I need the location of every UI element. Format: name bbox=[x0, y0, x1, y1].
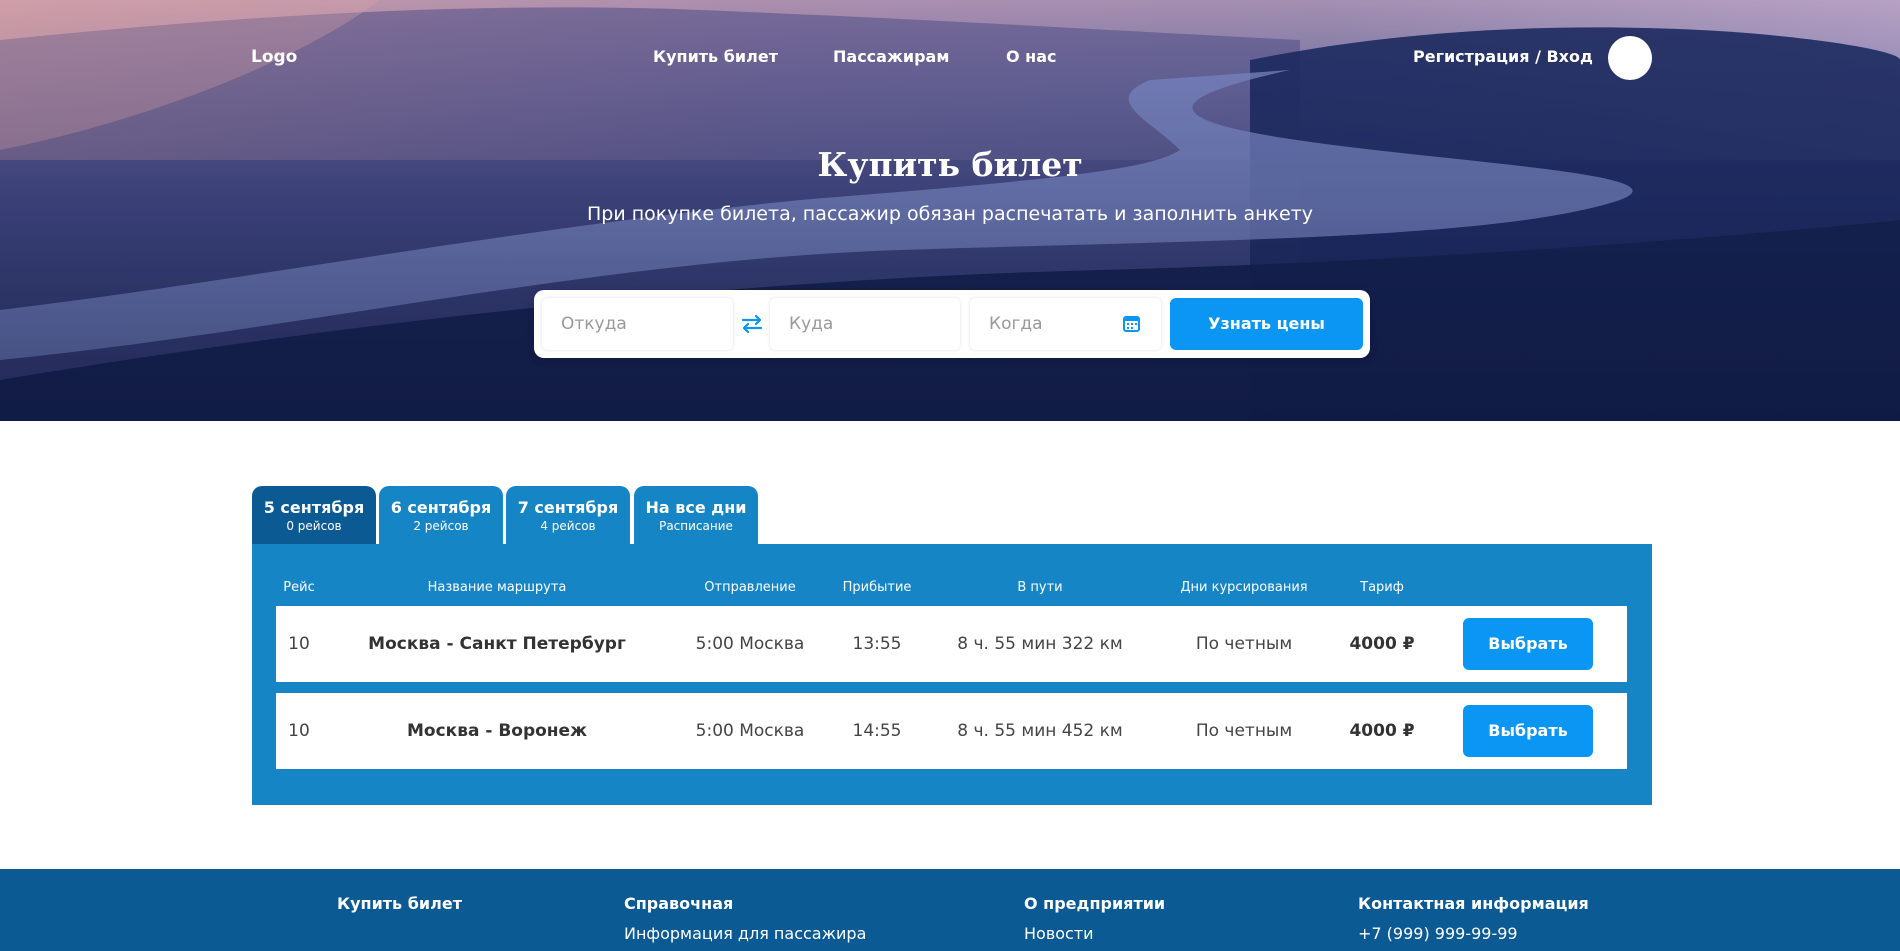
column-header: Рейс bbox=[283, 580, 315, 595]
footer-heading-company: О предприятии bbox=[1024, 894, 1166, 913]
route-name: Москва - Воронеж bbox=[406, 721, 588, 741]
column-header: Прибытие bbox=[842, 580, 912, 595]
footer-link-passenger-info[interactable]: Информация для пассажира bbox=[624, 924, 866, 943]
swap-icon[interactable] bbox=[738, 310, 766, 338]
calendar-icon[interactable] bbox=[1122, 314, 1141, 333]
footer: Купить билет Справочная Информация для п… bbox=[0, 869, 1900, 951]
footer-heading-contacts: Контактная информация bbox=[1358, 894, 1589, 913]
column-header: В пути bbox=[1017, 580, 1063, 595]
nav-about[interactable]: О нас bbox=[1006, 47, 1057, 66]
tab-count: Расписание bbox=[659, 519, 733, 533]
tab-count: 4 рейсов bbox=[540, 519, 596, 533]
column-header: Название маршрута bbox=[427, 580, 567, 595]
price: 4000 ₽ bbox=[1349, 721, 1415, 741]
tab-day: 7 сентября bbox=[517, 498, 619, 517]
flight-number: 10 bbox=[288, 721, 310, 741]
duration: 8 ч. 55 мин 322 км bbox=[957, 634, 1123, 654]
duration: 8 ч. 55 мин 452 км bbox=[957, 721, 1123, 741]
tab-day: 5 сентября bbox=[263, 498, 365, 517]
page-subtitle: При покупке билета, пассажир обязан расп… bbox=[586, 203, 1314, 225]
tab-sep-6[interactable]: 6 сентября 2 рейсов bbox=[379, 486, 503, 544]
schedule-table: Рейс Название маршрута Отправление Прибы… bbox=[252, 544, 1652, 805]
arrival: 14:55 bbox=[852, 721, 902, 741]
tab-sep-7[interactable]: 7 сентября 4 рейсов bbox=[506, 486, 630, 544]
logo[interactable]: Logo bbox=[251, 47, 297, 67]
tab-day: На все дни bbox=[645, 498, 747, 517]
auth-link[interactable]: Регистрация / Вход bbox=[1413, 47, 1593, 66]
arrival: 13:55 bbox=[852, 634, 902, 654]
table-row: 10 Москва - Санкт Петербург 5:00 Москва … bbox=[276, 606, 1627, 682]
page-title: Купить билет bbox=[817, 145, 1083, 184]
select-button[interactable]: Выбрать bbox=[1463, 618, 1593, 670]
departure: 5:00 Москва bbox=[695, 634, 805, 654]
find-prices-button[interactable]: Узнать цены bbox=[1170, 298, 1363, 350]
footer-link-news[interactable]: Новости bbox=[1024, 924, 1094, 943]
tab-count: 2 рейсов bbox=[413, 519, 469, 533]
avatar[interactable] bbox=[1608, 36, 1652, 80]
price: 4000 ₽ bbox=[1349, 634, 1415, 654]
footer-heading-buy[interactable]: Купить билет bbox=[337, 894, 462, 913]
nav-buy-ticket[interactable]: Купить билет bbox=[653, 47, 778, 66]
to-input[interactable] bbox=[770, 298, 960, 350]
column-header: Дни курсирования bbox=[1180, 580, 1308, 595]
column-header: Отправление bbox=[704, 580, 796, 595]
operating-days: По четным bbox=[1195, 634, 1293, 654]
table-row: 10 Москва - Воронеж 5:00 Москва 14:55 8 … bbox=[276, 693, 1627, 769]
tab-sep-5[interactable]: 5 сентября 0 рейсов bbox=[252, 486, 376, 544]
operating-days: По четным bbox=[1195, 721, 1293, 741]
select-button[interactable]: Выбрать bbox=[1463, 705, 1593, 757]
tab-day: 6 сентября bbox=[390, 498, 492, 517]
tab-count: 0 рейсов bbox=[286, 519, 342, 533]
flight-number: 10 bbox=[288, 634, 310, 654]
nav-passengers[interactable]: Пассажирам bbox=[833, 47, 949, 66]
column-header: Тариф bbox=[1360, 580, 1404, 595]
footer-phone[interactable]: +7 (999) 999-99-99 bbox=[1358, 924, 1518, 943]
search-form: Узнать цены bbox=[534, 290, 1370, 358]
departure: 5:00 Москва bbox=[695, 721, 805, 741]
tab-all-days[interactable]: На все дни Расписание bbox=[634, 486, 758, 544]
top-nav: Logo Купить билет Пассажирам О нас Регис… bbox=[0, 0, 1900, 116]
footer-heading-info: Справочная bbox=[624, 894, 734, 913]
from-input[interactable] bbox=[542, 298, 733, 350]
route-name: Москва - Санкт Петербург bbox=[368, 634, 626, 654]
